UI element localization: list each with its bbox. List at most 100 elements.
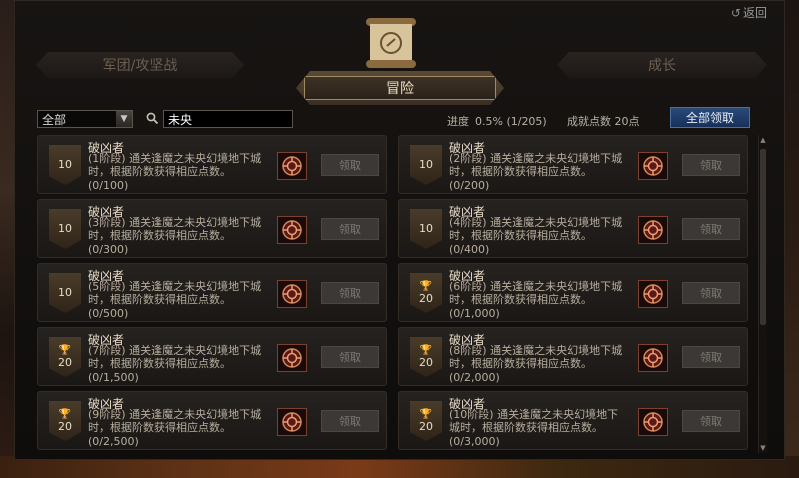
- achievement-description: (2阶段) 通关逢魔之未央幻境地下城时，根据阶数获得相应点数。: [449, 152, 629, 178]
- achievement-description: (9阶段) 通关逢魔之未央幻境地下城时，根据阶数获得相应点数。: [88, 408, 268, 434]
- search-input-value: 未央: [168, 112, 193, 127]
- points-badge: 🏆 20: [49, 337, 81, 377]
- reward-slot[interactable]: [638, 280, 668, 308]
- progress-value: 0.5% (1/205): [475, 115, 547, 128]
- points-badge: 10: [410, 145, 442, 185]
- points-badge: 10: [49, 273, 81, 313]
- reward-slot[interactable]: [277, 280, 307, 308]
- tab-legion-label: 军团/攻坚战: [102, 58, 178, 74]
- badge-points: 20: [419, 355, 433, 369]
- badge-points: 10: [58, 222, 72, 235]
- claim-button[interactable]: 领取: [682, 154, 740, 176]
- achievement-card: 🏆 20 破凶者 (8阶段) 通关逢魔之未央幻境地下城时，根据阶数获得相应点数。 (0/…: [398, 327, 748, 386]
- achievement-stage: (9阶段): [88, 408, 126, 421]
- progress-label: 进度: [447, 115, 469, 128]
- tab-adventure-frame: 冒险: [304, 76, 496, 100]
- achievement-card: 🏆 20 破凶者 (7阶段) 通关逢魔之未央幻境地下城时，根据阶数获得相应点数。 (0/…: [37, 327, 387, 386]
- gear-emblem-icon: [282, 284, 302, 304]
- chevron-down-icon[interactable]: ▼: [116, 111, 132, 127]
- scrollbar[interactable]: ▲ ▼: [758, 135, 767, 453]
- gear-emblem-icon: [643, 284, 663, 304]
- claim-button[interactable]: 领取: [682, 282, 740, 304]
- achievement-description: (5阶段) 通关逢魔之未央幻境地下城时，根据阶数获得相应点数。: [88, 280, 268, 306]
- claim-button[interactable]: 领取: [321, 282, 379, 304]
- badge-points: 20: [58, 419, 72, 433]
- claim-button[interactable]: 领取: [321, 346, 379, 368]
- claim-button[interactable]: 领取: [682, 218, 740, 240]
- reward-slot[interactable]: [277, 152, 307, 180]
- gear-emblem-icon: [643, 220, 663, 240]
- reward-slot[interactable]: [638, 216, 668, 244]
- achievement-stage: (4阶段): [449, 216, 487, 229]
- achievement-description: (1阶段) 通关逢魔之未央幻境地下城时，根据阶数获得相应点数。: [88, 152, 268, 178]
- claim-button[interactable]: 领取: [682, 410, 740, 432]
- trophy-icon: 🏆: [58, 344, 72, 356]
- points-badge: 🏆 20: [410, 401, 442, 441]
- gear-emblem-icon: [282, 156, 302, 176]
- scroll-down-arrow-icon[interactable]: ▼: [759, 443, 767, 453]
- badge-points: 10: [58, 286, 72, 299]
- achievement-stage: (3阶段): [88, 216, 126, 229]
- search-input[interactable]: 未央: [163, 110, 293, 128]
- achievement-points: 成就点数 20点: [567, 115, 640, 128]
- trophy-icon: 🏆: [419, 408, 433, 420]
- achievement-stage: (10阶段): [449, 408, 494, 421]
- scroll-up-arrow-icon[interactable]: ▲: [759, 135, 767, 145]
- badge-points: 10: [58, 158, 72, 171]
- achievement-stage: (6阶段): [449, 280, 487, 293]
- tab-growth[interactable]: 成长: [557, 52, 767, 78]
- category-dropdown[interactable]: 全部 ▼: [37, 110, 133, 128]
- achievement-card: 🏆 20 破凶者 (6阶段) 通关逢魔之未央幻境地下城时，根据阶数获得相应点数。 (0/…: [398, 263, 748, 322]
- achievement-description: (8阶段) 通关逢魔之未央幻境地下城时，根据阶数获得相应点数。: [449, 344, 629, 370]
- achievement-grid: 10 破凶者 (1阶段) 通关逢魔之未央幻境地下城时，根据阶数获得相应点数。 (0/1…: [37, 135, 757, 453]
- tab-growth-label: 成长: [648, 58, 676, 74]
- reward-slot[interactable]: [638, 152, 668, 180]
- back-button[interactable]: ↺ 返回: [731, 4, 767, 21]
- reward-slot[interactable]: [277, 216, 307, 244]
- claim-button[interactable]: 领取: [682, 346, 740, 368]
- badge-points: 20: [419, 291, 433, 305]
- achievement-stage: (2阶段): [449, 152, 487, 165]
- scroll-thumb[interactable]: [760, 149, 766, 325]
- game-background-left: [0, 0, 14, 478]
- claim-button[interactable]: 领取: [321, 154, 379, 176]
- achievement-progress: (0/2,000): [449, 371, 500, 384]
- overall-progress: 进度 0.5% (1/205): [447, 113, 547, 129]
- achievement-card: 10 破凶者 (5阶段) 通关逢魔之未央幻境地下城时，根据阶数获得相应点数。 (0/5…: [37, 263, 387, 322]
- points-badge: 10: [410, 209, 442, 249]
- achievement-stage: (7阶段): [88, 344, 126, 357]
- trophy-icon: 🏆: [419, 280, 433, 292]
- tab-legion[interactable]: 军团/攻坚战: [36, 52, 244, 78]
- achievement-description: (4阶段) 通关逢魔之未央幻境地下城时，根据阶数获得相应点数。: [449, 216, 629, 242]
- gear-emblem-icon: [282, 348, 302, 368]
- badge-points: 10: [419, 158, 433, 171]
- game-background-right: [785, 0, 799, 478]
- achievement-description: (6阶段) 通关逢魔之未央幻境地下城时，根据阶数获得相应点数。: [449, 280, 629, 306]
- search-icon: [146, 112, 159, 125]
- undo-arrow-icon: ↺: [730, 5, 741, 20]
- badge-points: 20: [419, 419, 433, 433]
- achievement-card: 🏆 20 破凶者 (9阶段) 通关逢魔之未央幻境地下城时，根据阶数获得相应点数。 (0/…: [37, 391, 387, 450]
- achievement-card: 10 破凶者 (1阶段) 通关逢魔之未央幻境地下城时，根据阶数获得相应点数。 (0/1…: [37, 135, 387, 194]
- claim-button[interactable]: 领取: [321, 218, 379, 240]
- achievement-card: 10 破凶者 (2阶段) 通关逢魔之未央幻境地下城时，根据阶数获得相应点数。 (0/2…: [398, 135, 748, 194]
- reward-slot[interactable]: [638, 344, 668, 372]
- badge-points: 10: [419, 222, 433, 235]
- achievement-progress: (0/100): [88, 179, 129, 192]
- achievement-card: 10 破凶者 (4阶段) 通关逢魔之未央幻境地下城时，根据阶数获得相应点数。 (0/4…: [398, 199, 748, 258]
- claim-all-button[interactable]: 全部领取: [670, 107, 750, 128]
- points-badge: 🏆 20: [410, 273, 442, 313]
- claim-button[interactable]: 领取: [321, 410, 379, 432]
- achievement-progress: (0/3,000): [449, 435, 500, 448]
- achievement-description: (3阶段) 通关逢魔之未央幻境地下城时，根据阶数获得相应点数。: [88, 216, 268, 242]
- achievement-progress: (0/300): [88, 243, 129, 256]
- scroll-emblem-icon: [361, 12, 421, 72]
- points-badge: 🏆 20: [410, 337, 442, 377]
- achievement-progress: (0/1,500): [88, 371, 139, 384]
- reward-slot[interactable]: [277, 408, 307, 436]
- tab-adventure[interactable]: 冒险: [296, 71, 504, 105]
- achievement-description: (10阶段) 通关逢魔之未央幻境地下城时，根据阶数获得相应点数。: [449, 408, 629, 434]
- points-badge: 🏆 20: [49, 401, 81, 441]
- reward-slot[interactable]: [277, 344, 307, 372]
- reward-slot[interactable]: [638, 408, 668, 436]
